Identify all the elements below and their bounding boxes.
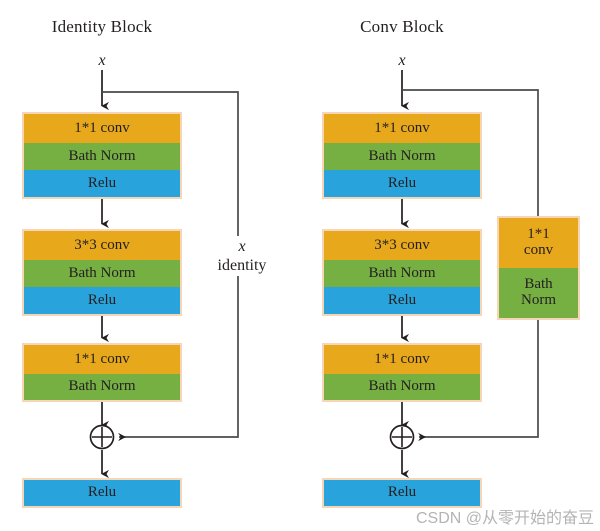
identity-input-x-label: x — [98, 52, 106, 69]
conv-g2-conv-bar: 3*3 conv — [324, 231, 480, 260]
conv-g2-batchnorm-bar: Bath Norm — [324, 260, 480, 287]
identity-g2-batchnorm-bar: Bath Norm — [24, 260, 180, 287]
identity-skip-identity-text: identity — [217, 257, 267, 274]
identity-group-3: 1*1 conv Bath Norm — [22, 343, 182, 402]
conv-merge-node — [389, 424, 415, 450]
conv-g1-relu-bar: Relu — [324, 170, 480, 197]
identity-g1-batchnorm-bar: Bath Norm — [24, 143, 180, 170]
conv-g1-conv-bar: 1*1 conv — [324, 114, 480, 143]
conv-input-x-label: x — [398, 52, 406, 69]
diagram-canvas: Identity Block x 1*1 conv Bath Norm Relu… — [0, 0, 600, 531]
conv-shortcut-conv-line1: 1*1 — [527, 226, 550, 243]
identity-g3-batchnorm-bar: Bath Norm — [24, 374, 180, 400]
conv-block-title: Conv Block — [360, 17, 444, 36]
conv-g2-relu-bar: Relu — [324, 287, 480, 314]
conv-g1-batchnorm-bar: Bath Norm — [324, 143, 480, 170]
identity-output-relu: Relu — [22, 478, 182, 508]
conv-shortcut-norm-line2: Norm — [521, 292, 556, 308]
csdn-watermark: CSDN @从零开始的奋豆 — [415, 510, 594, 527]
conv-shortcut-conv-line2: conv — [523, 242, 554, 258]
conv-g3-batchnorm-bar: Bath Norm — [324, 374, 480, 400]
identity-g3-conv-bar: 1*1 conv — [24, 345, 180, 374]
identity-skip-x: x — [238, 238, 246, 255]
conv-output-relu-bar: Relu — [324, 480, 480, 506]
identity-skip-label: x identity — [200, 236, 284, 276]
identity-group-2: 3*3 conv Bath Norm Relu — [22, 229, 182, 316]
conv-group-2: 3*3 conv Bath Norm Relu — [322, 229, 482, 316]
conv-shortcut-norm-line1: Bath — [524, 276, 553, 293]
identity-block-title: Identity Block — [51, 17, 153, 36]
identity-g2-relu-bar: Relu — [24, 287, 180, 314]
identity-g1-relu-bar: Relu — [24, 170, 180, 197]
conv-shortcut-conv-bar: 1*1 conv — [499, 218, 578, 268]
identity-g1-conv-bar: 1*1 conv — [24, 114, 180, 143]
conv-shortcut-batchnorm-bar: Bath Norm — [499, 268, 578, 318]
identity-output-relu-bar: Relu — [24, 480, 180, 506]
identity-group-1: 1*1 conv Bath Norm Relu — [22, 112, 182, 199]
conv-group-3: 1*1 conv Bath Norm — [322, 343, 482, 402]
identity-g2-conv-bar: 3*3 conv — [24, 231, 180, 260]
conv-g3-conv-bar: 1*1 conv — [324, 345, 480, 374]
conv-group-1: 1*1 conv Bath Norm Relu — [322, 112, 482, 199]
identity-merge-node — [89, 424, 115, 450]
conv-shortcut-box: 1*1 conv Bath Norm — [497, 216, 580, 320]
